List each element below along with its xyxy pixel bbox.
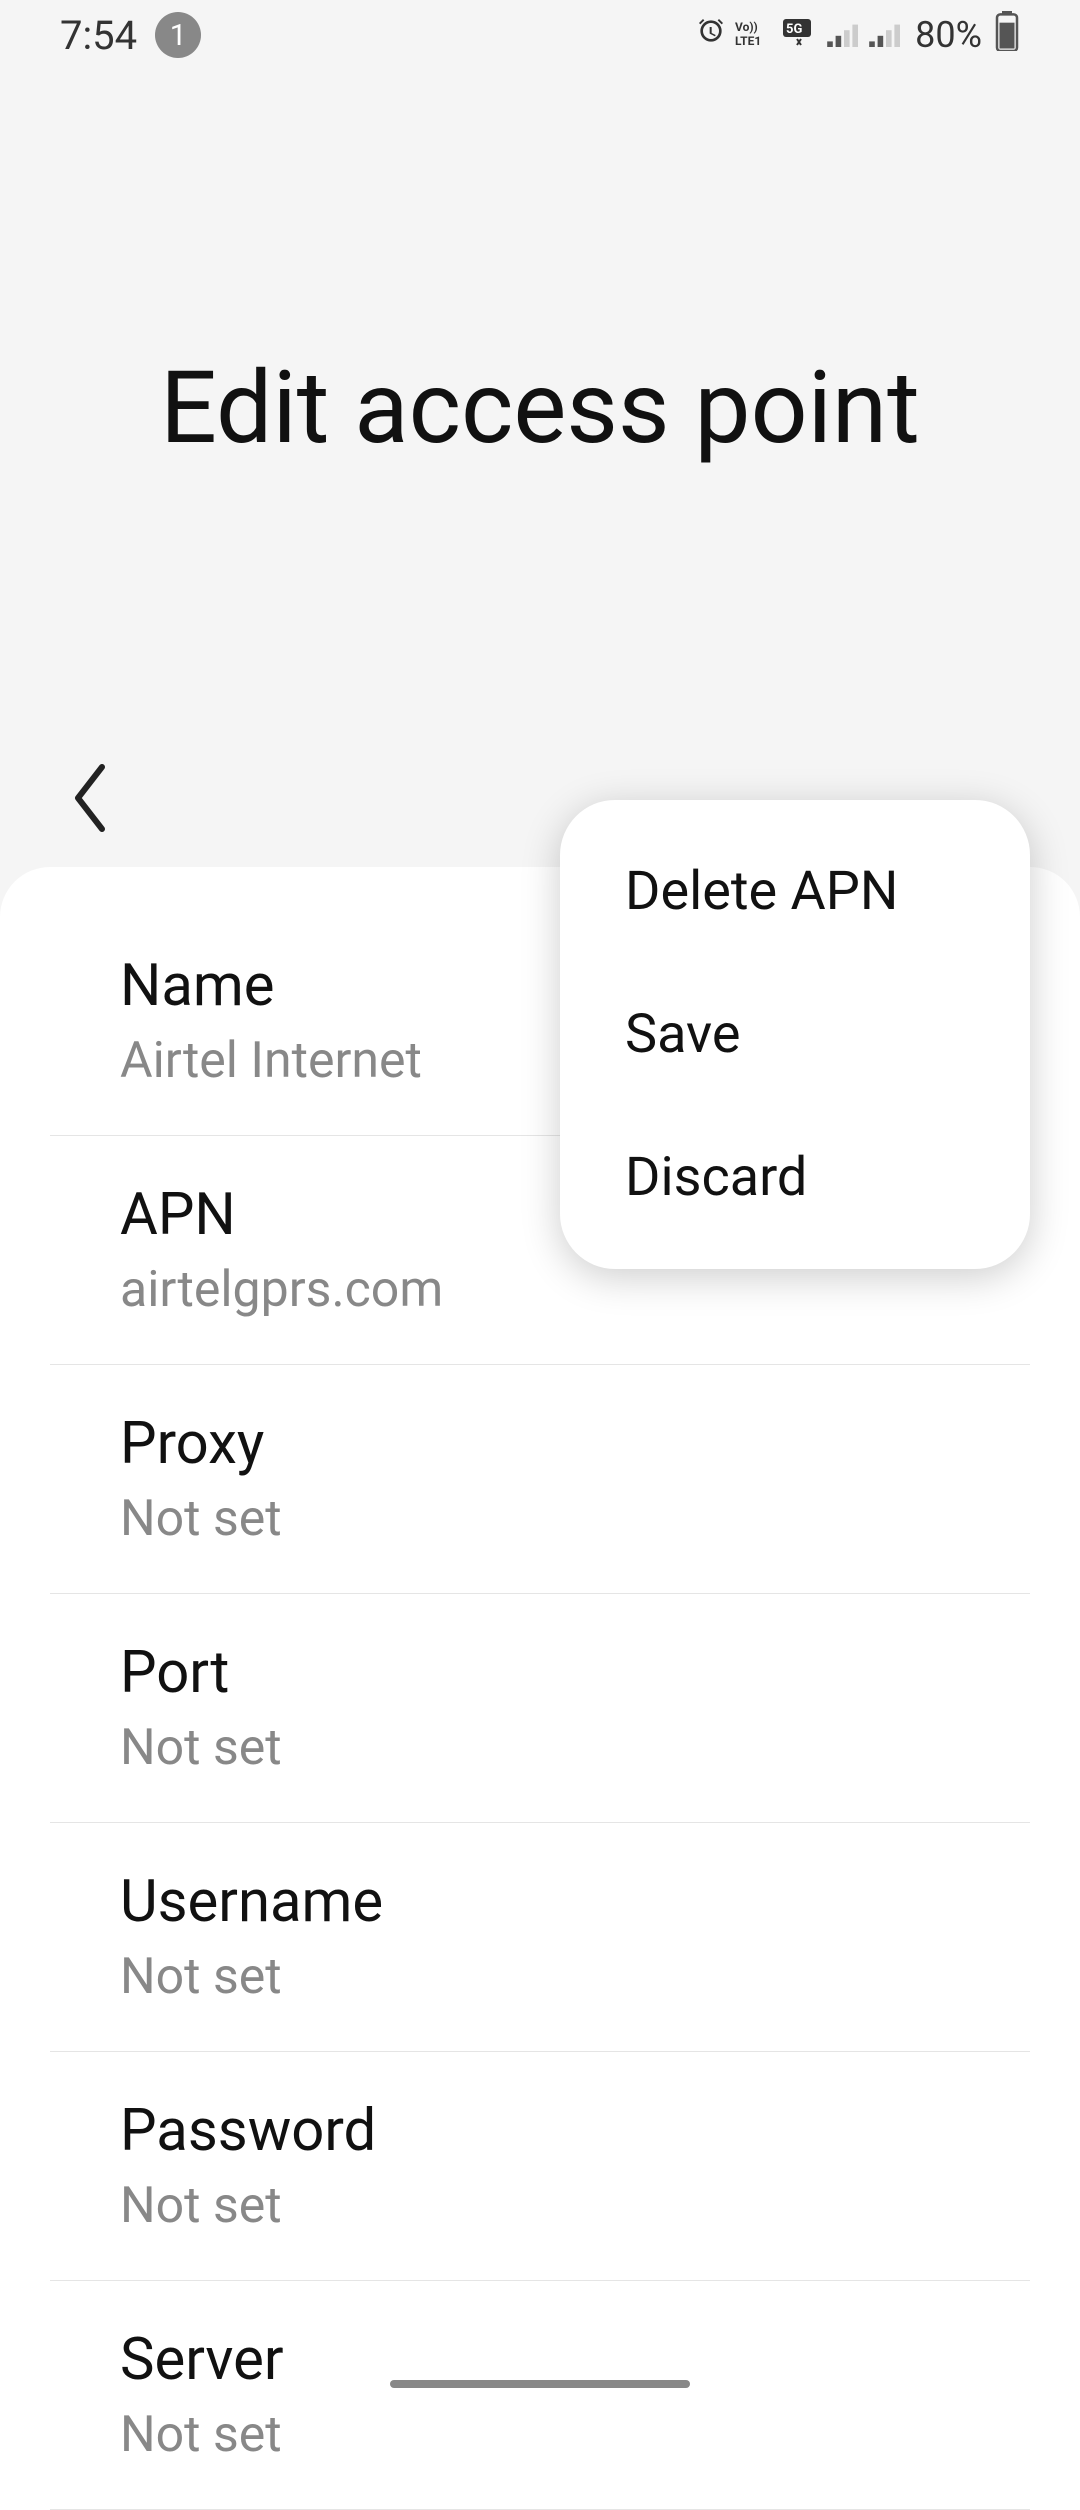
battery-icon [994,11,1020,60]
field-value: Not set [120,2177,960,2235]
volte-indicator: Vo))LTE1 [735,19,775,52]
field-server[interactable]: Server Not set [50,2281,1030,2510]
field-label: Port [120,1639,960,1707]
field-label: Password [120,2097,960,2165]
field-value: Not set [120,1719,960,1777]
battery-percent: 80% [915,14,982,56]
field-value: Not set [120,1948,960,2006]
status-time: 7:54 [60,12,137,59]
notification-badge: 1 [155,12,201,58]
menu-save[interactable]: Save [560,963,1030,1106]
header-area: Edit access point [0,70,1080,747]
field-value: Not set [120,1490,960,1548]
svg-text:LTE1: LTE1 [735,34,761,47]
field-value: Not set [120,2406,960,2464]
field-label: Proxy [120,1410,960,1478]
field-password[interactable]: Password Not set [50,2052,1030,2281]
svg-text:Vo)): Vo)) [735,20,758,34]
menu-delete-apn[interactable]: Delete APN [560,820,1030,963]
page-title: Edit access point [0,350,1080,467]
overflow-menu: Delete APN Save Discard [560,800,1030,1269]
svg-text:5G: 5G [786,22,802,37]
alarm-icon [695,14,727,56]
home-indicator[interactable] [390,2380,690,2388]
status-left: 7:54 1 [60,12,201,59]
chevron-left-icon [70,763,110,833]
signal-icon-1 [827,14,861,56]
status-icons: Vo))LTE1 5G [695,14,903,56]
status-right: Vo))LTE1 5G 80% [695,11,1020,60]
field-label: Username [120,1868,960,1936]
status-bar: 7:54 1 Vo))LTE1 5G 80% [0,0,1080,70]
field-username[interactable]: Username Not set [50,1823,1030,2052]
field-value: airtelgprs.com [120,1261,960,1319]
back-button[interactable] [70,763,110,851]
menu-discard[interactable]: Discard [560,1106,1030,1249]
field-proxy[interactable]: Proxy Not set [50,1365,1030,1594]
field-port[interactable]: Port Not set [50,1594,1030,1823]
5g-indicator: 5G [783,19,819,52]
signal-icon-2 [869,14,903,56]
